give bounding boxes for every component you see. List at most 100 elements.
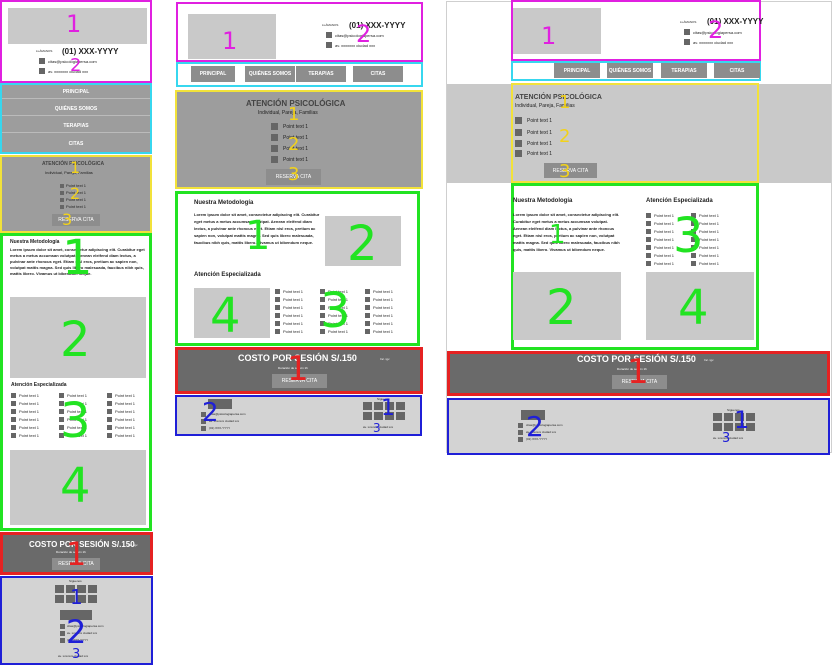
point-icon (275, 321, 280, 326)
desktop-header-label-2: 2 (708, 16, 724, 44)
mobile-hero-reserve-button[interactable]: RESERVA CITA (52, 214, 100, 226)
desktop-footer-label-3: 3 (722, 431, 731, 446)
tablet-hero-point-icon (271, 145, 278, 152)
desktop-nav-item-terapias[interactable]: TERAPIAS (661, 63, 707, 78)
desktop-nav-item-citas[interactable]: CITAS (714, 63, 760, 78)
social-icon (88, 585, 97, 593)
point-text: Point text 1 (654, 213, 675, 218)
social-icon (713, 413, 722, 421)
social-icon (88, 595, 97, 603)
mobile-content-label-3: 3 (60, 393, 91, 449)
tablet-hero-point-1: Point text 1 (283, 124, 309, 130)
mobile-footer-label-1: 1 (70, 585, 83, 609)
desktop-phone-label: LLÁMANOS (680, 20, 697, 24)
desktop-hero-reserve-button[interactable]: RESERVA CITA (544, 163, 597, 178)
point-icon (646, 221, 651, 226)
point-text: Point text 1 (283, 305, 304, 310)
social-icon (713, 423, 722, 431)
point-text: Point text 1 (283, 321, 304, 326)
desktop-hero-point-1: Point text 1 (527, 118, 553, 124)
social-icon (724, 423, 733, 431)
social-icon (396, 412, 405, 420)
point-icon (107, 417, 112, 422)
mobile-email-icon (39, 58, 45, 64)
point-icon (275, 305, 280, 310)
social-icon (55, 595, 64, 603)
point-text: Point text 1 (115, 401, 136, 406)
mobile-hero-point-4: Point text 1 (66, 204, 87, 209)
point-icon (107, 425, 112, 430)
tablet-content-label-2: 2 (347, 216, 378, 272)
mobile-hero-label-1: 1 (70, 158, 81, 177)
point-text: Point text 1 (19, 425, 40, 430)
point-icon (646, 253, 651, 258)
tablet-nav-item-citas[interactable]: CITAS (353, 66, 403, 82)
desktop-cost-label-1: 1 (627, 352, 649, 392)
point-text: Point text 1 (283, 313, 304, 318)
mobile-nav-item-terapias[interactable]: TERAPIAS (2, 119, 150, 133)
desktop-hero-point-3: Point text 1 (527, 141, 553, 147)
tablet-hero-point-icon (271, 156, 278, 163)
desktop-header-label-1: 1 (541, 22, 557, 50)
social-icon (55, 585, 64, 593)
desktop-hero-point-4: Point text 1 (527, 151, 553, 157)
social-icon (363, 412, 372, 420)
tablet-especializada-title: Atención Especializada (194, 272, 261, 278)
point-text: Point text 1 (115, 409, 136, 414)
point-icon (107, 433, 112, 438)
desktop-nav-item-quienes[interactable]: QUIÉNES SOMOS (607, 63, 653, 78)
tablet-content-label-4: 4 (210, 288, 241, 344)
tablet-cost-note: Inc. igv (380, 357, 390, 361)
point-icon (275, 297, 280, 302)
desktop-address-icon (684, 39, 690, 45)
tablet-hero-label-2: 2 (288, 134, 300, 155)
mobile-header-label-2: 2 (70, 55, 82, 76)
tablet-footer-label-2: 2 (202, 398, 219, 428)
tablet-content-label-3: 3 (320, 283, 351, 339)
desktop-hero-point-icon (515, 150, 522, 157)
desktop-hero-point-icon (515, 117, 522, 124)
point-text: Point text 1 (283, 289, 304, 294)
point-icon (11, 417, 16, 422)
tablet-hero-point-icon (271, 123, 278, 130)
point-icon (646, 237, 651, 242)
mobile-header-label-1: 1 (66, 10, 82, 38)
tablet-nav-item-terapias[interactable]: TERAPIAS (296, 66, 346, 82)
desktop-nav-item-principal[interactable]: PRINCIPAL (554, 63, 600, 78)
point-text: Point text 1 (373, 305, 394, 310)
tablet-phone-label: LLÁMANOS (322, 23, 339, 27)
mobile-hero-label-3: 3 (62, 210, 73, 229)
desktop-content-label-4: 4 (678, 280, 709, 336)
point-icon (11, 401, 16, 406)
mobile-nav-item-citas[interactable]: CITAS (2, 137, 150, 151)
point-icon (646, 229, 651, 234)
point-icon (365, 305, 370, 310)
point-icon (11, 425, 16, 430)
point-text: Point text 1 (654, 229, 675, 234)
point-text: Point text 1 (654, 253, 675, 258)
point-text: Point text 1 (654, 245, 675, 250)
point-icon (365, 313, 370, 318)
mobile-nav-item-quienes[interactable]: QUIÉNES SOMOS (2, 102, 150, 116)
point-text: Point text 1 (19, 417, 40, 422)
tablet-nav-item-principal[interactable]: PRINCIPAL (191, 66, 235, 82)
point-text: Point text 1 (115, 433, 136, 438)
mobile-nav-item-principal[interactable]: PRINCIPAL (2, 85, 150, 99)
point-text: Point text 1 (283, 329, 304, 334)
tablet-hero-point-4: Point text 1 (283, 157, 309, 163)
desktop-hero-point-2: Point text 1 (527, 130, 553, 136)
mobile-hero-point-icon (60, 184, 64, 188)
point-text: Point text 1 (115, 425, 136, 430)
point-text: Point text 1 (283, 297, 304, 302)
desktop-hero-label-2: 2 (559, 126, 571, 147)
desktop-content-label-1: 1 (549, 220, 566, 250)
mobile-content-label-4: 4 (60, 458, 91, 514)
desktop-hero-point-icon (515, 140, 522, 147)
point-icon (365, 289, 370, 294)
mobile-content-label-1: 1 (62, 230, 93, 286)
desktop-hero-point-icon (515, 129, 522, 136)
tablet-header-label-1: 1 (222, 27, 238, 55)
desktop-email-icon (684, 29, 690, 35)
tablet-nav-item-quienes[interactable]: QUIÉNES SOMOS (245, 66, 295, 82)
mobile-address: av. xxxxxxx ciudad xxx (48, 69, 89, 74)
